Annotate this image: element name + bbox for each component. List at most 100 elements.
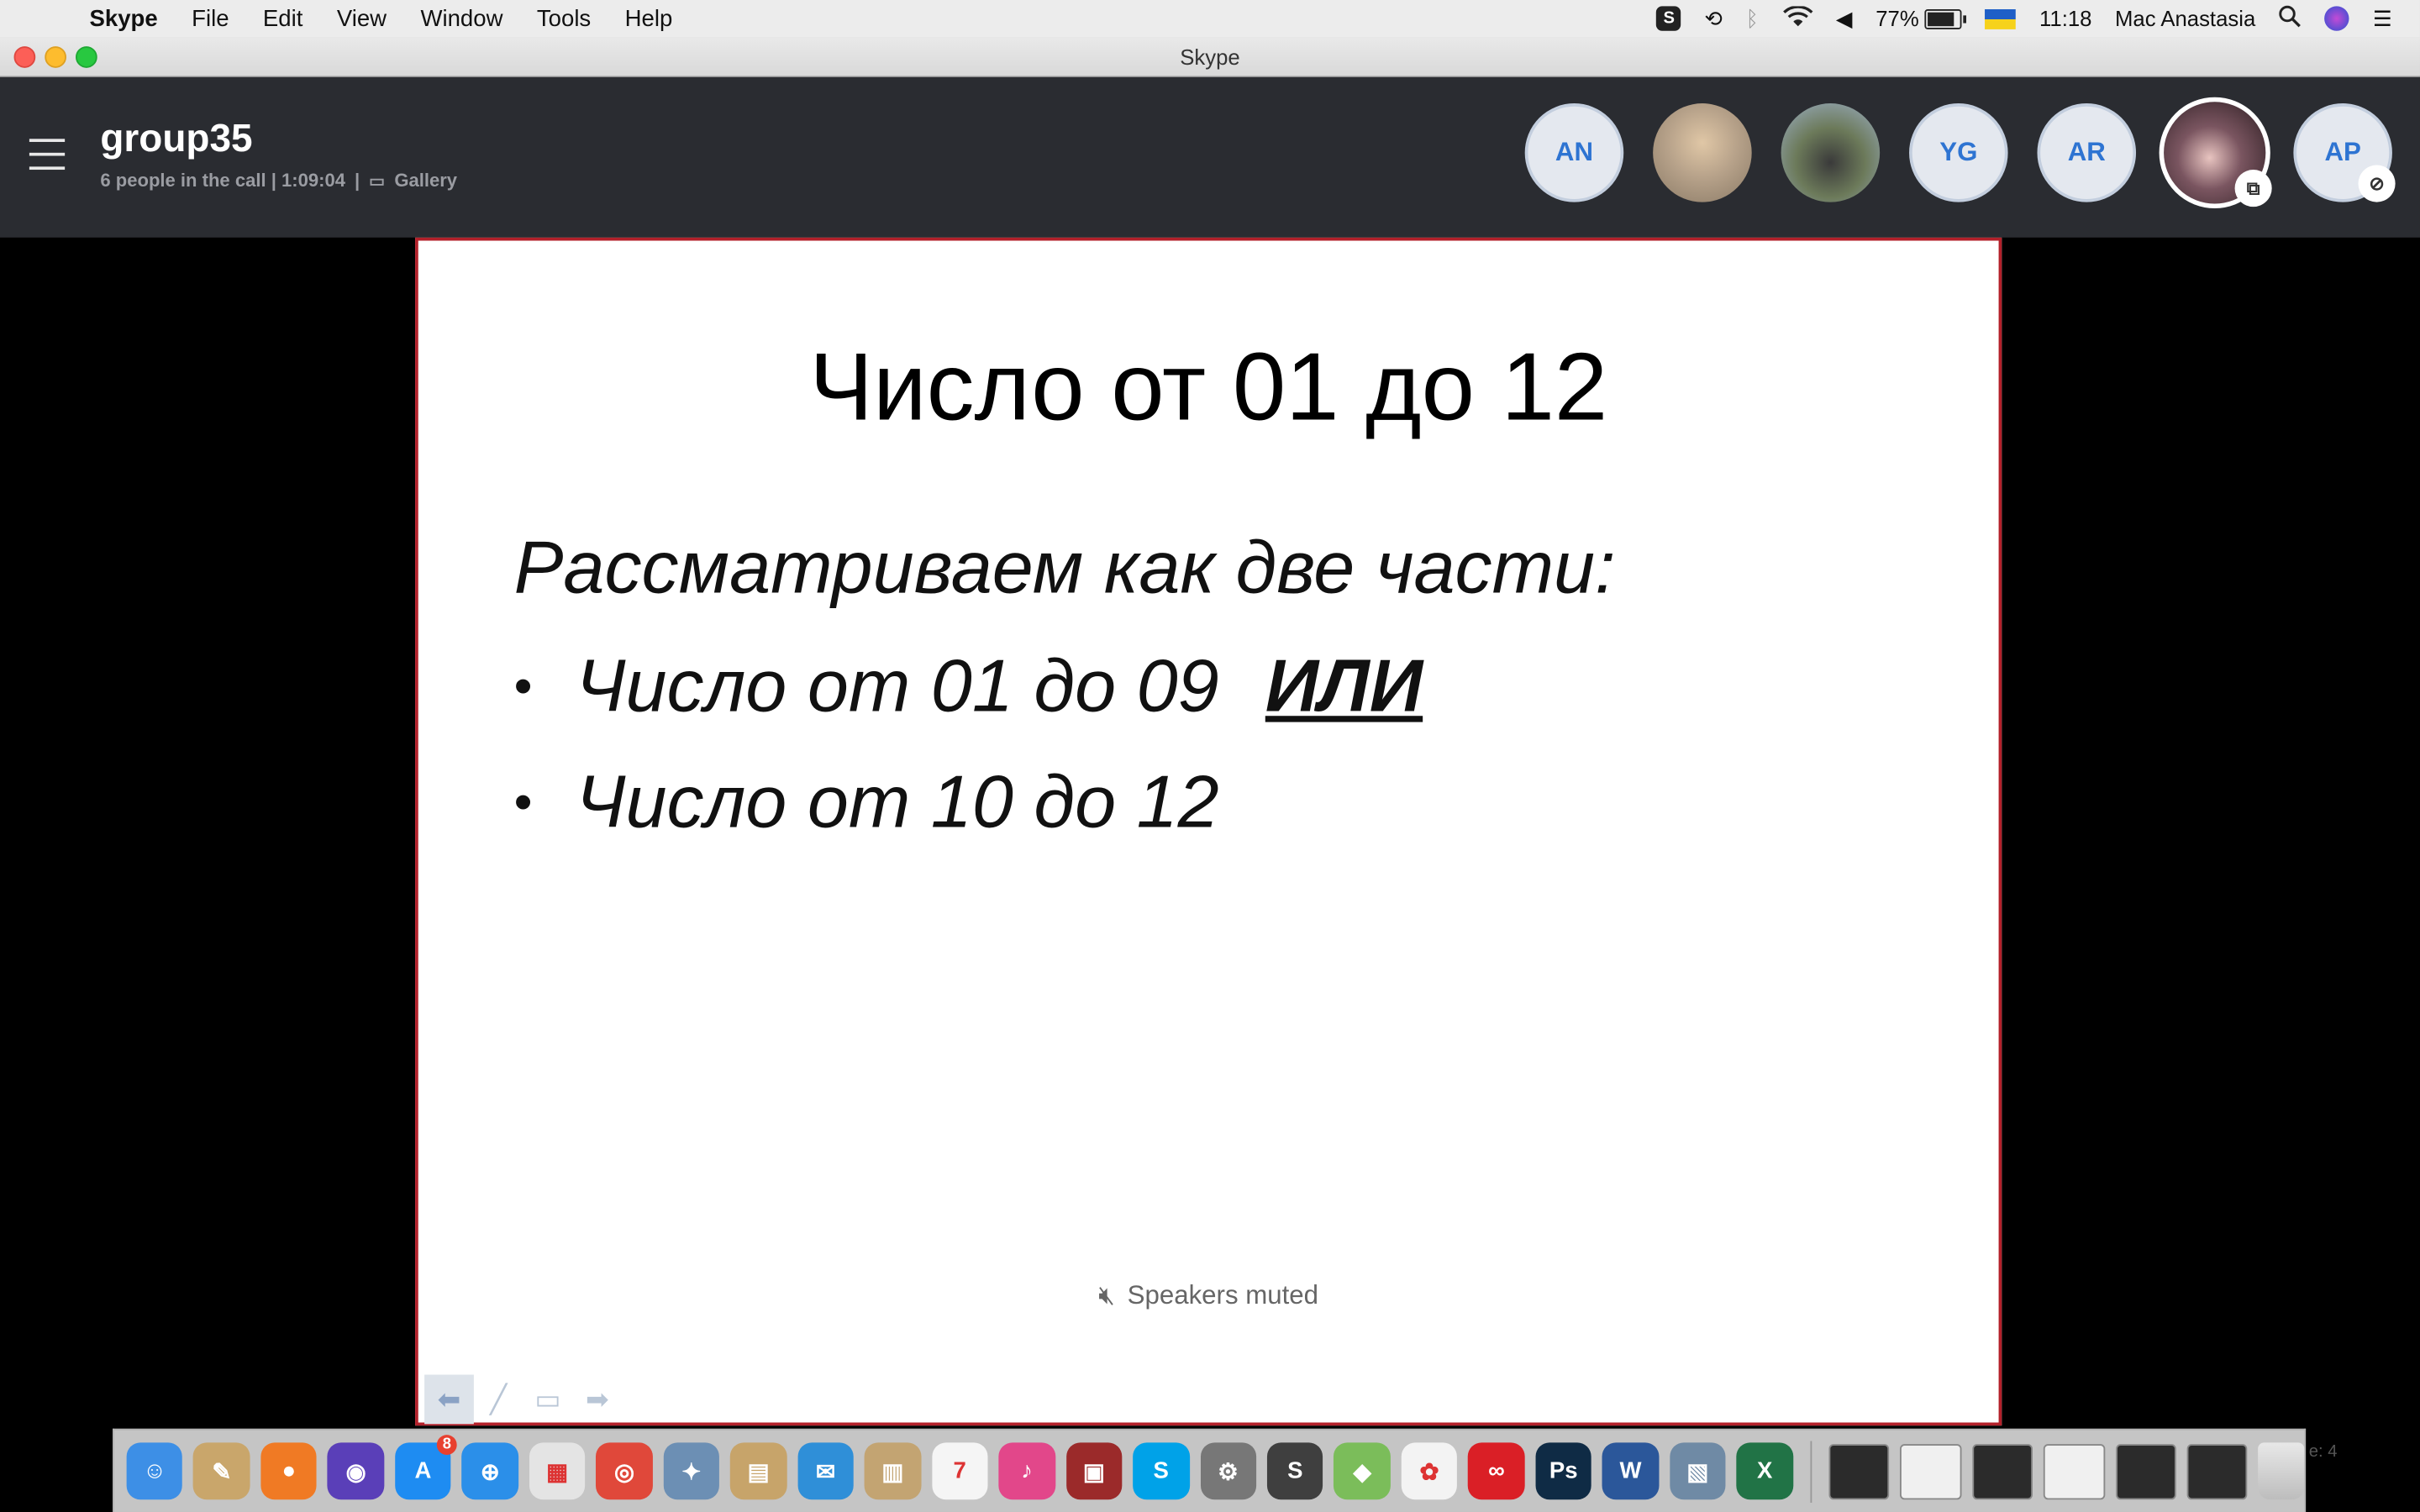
dock-maps-icon[interactable]: ◆ [1334,1442,1391,1500]
skype-status-icon[interactable]: S [1656,6,1681,31]
menu-tools[interactable]: Tools [537,5,591,31]
dock-icon-glyph: ◉ [345,1458,366,1485]
shared-screen-area: Число от 01 до 12 Рассматриваем как две … [0,237,2420,1429]
dock-origin-icon[interactable]: ● [260,1442,318,1500]
dock-launchpad-icon[interactable]: ▦ [529,1442,586,1500]
menu-edit[interactable]: Edit [263,5,302,31]
dock-word-icon[interactable]: W [1602,1442,1660,1500]
slide-controls: ⬅ ╱ ▭ ➡ [424,1374,622,1425]
dock-icon-glyph: ◆ [1353,1458,1371,1485]
dock-icon-glyph: Ps [1549,1457,1578,1484]
dock-calendar-icon[interactable]: 7 [931,1442,988,1500]
dock-airmail-icon[interactable]: ✉ [797,1442,854,1500]
group-title[interactable]: group35 [100,118,252,162]
time-machine-icon[interactable]: ⟲ [1705,5,1723,31]
screen-share-icon: ⧉ [2234,170,2272,207]
participant-list: AN YG AR ⧉ AP ⊘ [1524,97,2399,208]
slide-lead-text: Рассматриваем как две части: [513,528,1616,610]
dock-app-store-icon[interactable]: A8 [394,1435,458,1500]
avatar-initials: AR [2067,137,2106,167]
battery-indicator[interactable]: 77% [1876,6,1967,31]
wifi-icon[interactable] [1782,4,1813,31]
avatar-initials: AN [1555,137,1594,167]
dock-creative-cloud-icon[interactable]: ∞ [1468,1442,1525,1500]
menu-bar: Skype File Edit View Window Tools Help S… [0,0,2420,39]
dock-siri-icon[interactable]: ◉ [328,1442,385,1500]
input-source-flag-icon[interactable] [1985,8,2017,29]
dock-minimized-window-5[interactable] [2115,1443,2176,1499]
notification-badge: 8 [436,1435,458,1456]
dock-minimized-window-2[interactable] [1900,1443,1961,1499]
dock-preview-2-icon[interactable]: ▧ [1669,1442,1726,1500]
dock-preview-icon[interactable]: ✦ [663,1442,720,1500]
dock-photos-icon[interactable]: ✿ [1401,1442,1458,1500]
participant-avatar-photo-3[interactable]: ⧉ [2159,97,2272,208]
notification-center-icon[interactable]: ☰ [2373,5,2392,31]
bluetooth-icon[interactable]: ᛒ [1746,6,1759,30]
dock-archive-icon[interactable]: ▤ [730,1442,787,1500]
people-count: 6 people in the call | 1:09:04 [100,170,345,192]
menu-view[interactable]: View [337,5,387,31]
clock[interactable]: 11:18 [2039,6,2091,30]
battery-fill [1928,11,1954,26]
dock-icon-glyph: 7 [953,1457,966,1484]
gallery-view-button[interactable]: Gallery [394,170,457,192]
avatar-initials: YG [1939,137,1978,167]
dock-icon-glyph: ✦ [681,1458,702,1485]
dock-system-preferences-icon[interactable]: ⚙ [1200,1442,1257,1500]
menu-help[interactable]: Help [625,5,673,31]
dock-safari-icon[interactable]: ⊕ [461,1442,518,1500]
slide-bullet: • Число от 10 до 12 [514,761,1219,846]
slide-bullet: • Число от 01 до 09 ИЛИ [514,645,1423,730]
dock-minimized-window-3[interactable] [1971,1443,2033,1499]
bullet-dot: • [513,657,533,717]
dock-sublime-text-icon[interactable]: S [1266,1442,1323,1500]
pen-tool-icon[interactable]: ╱ [474,1375,523,1425]
dock-photo-booth-icon[interactable]: ▣ [1065,1442,1123,1500]
spotlight-search-icon[interactable] [2279,5,2302,33]
dock-icon-glyph: ● [281,1457,297,1484]
slide-title: Число от 01 до 12 [809,334,1608,442]
participant-avatar-ar[interactable]: AR [2037,103,2137,202]
call-info-separator: | [354,170,360,192]
menu-window[interactable]: Window [420,5,502,31]
dock-photoshop-icon[interactable]: Ps [1535,1442,1592,1500]
gallery-icon[interactable]: ▭ [369,171,385,191]
dock-chrome-icon[interactable]: ◎ [596,1442,653,1500]
dock-minimized-window-6[interactable] [2186,1443,2249,1499]
window-titlebar: Skype [0,37,2420,77]
dock-skype-icon[interactable]: S [1133,1442,1190,1500]
dock-icon-glyph: ▥ [881,1458,904,1485]
participant-avatar-photo-2[interactable] [1781,103,1881,202]
menu-file[interactable]: File [192,5,229,31]
dock-icon-glyph: ▤ [747,1458,770,1485]
dock-notes-icon[interactable]: ▥ [864,1442,921,1500]
volume-icon[interactable]: ◀ [1836,5,1853,31]
participant-avatar-yg[interactable]: YG [1909,103,2008,202]
participant-avatar-an[interactable]: AN [1524,103,1624,202]
dock-icon-glyph: ⚙ [1218,1458,1239,1485]
previous-slide-arrow-icon[interactable]: ⬅ [424,1374,474,1425]
slide-menu-icon[interactable]: ▭ [523,1375,573,1425]
dock-icon-glyph: S [1153,1457,1169,1484]
speaker-muted-icon: 🔇︎ [1098,1280,1115,1310]
dock-icon-glyph: ✎ [212,1458,232,1485]
dock-icon-glyph: ▣ [1082,1458,1105,1485]
menu-hamburger-icon[interactable] [29,139,66,181]
dock-textedit-icon[interactable]: ✎ [193,1442,250,1500]
dock-minimized-window-4[interactable] [2043,1443,2105,1499]
siri-icon[interactable] [2324,6,2350,31]
participant-avatar-photo-1[interactable] [1653,103,1752,202]
next-slide-arrow-icon[interactable]: ➡ [572,1375,622,1425]
bullet-dot: • [513,773,533,832]
dock-itunes-icon[interactable]: ♪ [998,1442,1055,1500]
user-name[interactable]: Mac Anastasia [2115,6,2255,30]
dock-trash-icon[interactable] [2258,1442,2305,1500]
dock-icon-glyph: X [1757,1457,1773,1484]
dock-minimized-window-1[interactable] [1828,1443,1890,1499]
battery-percent: 77% [1876,6,1919,31]
dock-excel-icon[interactable]: X [1736,1442,1793,1500]
dock-finder-icon[interactable]: ☺ [126,1442,183,1500]
participant-avatar-ap[interactable]: AP ⊘ [2293,103,2396,202]
menu-app-name[interactable]: Skype [90,5,158,31]
